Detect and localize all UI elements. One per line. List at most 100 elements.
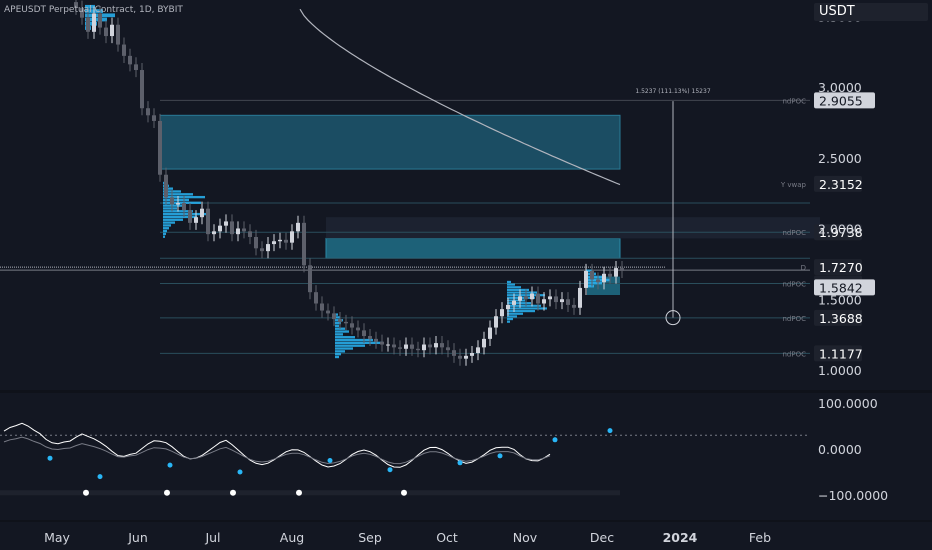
oscillator-dot [552, 437, 558, 443]
x-axis-tick: Feb [749, 530, 771, 545]
candle-body [488, 327, 492, 339]
candle-body [566, 299, 570, 305]
candle-body [182, 203, 186, 211]
volume-profile-jun [163, 218, 183, 221]
axis-separator [0, 520, 932, 522]
measure-label: 1.5237 (111.13%) 15237 [635, 88, 710, 95]
symbol-title: APEUSDT Perpetual Contract, 1D, BYBIT [4, 5, 183, 15]
volume-profile-nov [507, 286, 521, 289]
x-axis-tick: Jul [204, 530, 220, 545]
candle-body [212, 231, 216, 235]
volume-profile-nov [507, 280, 511, 284]
volume-profile-sep [335, 336, 355, 339]
candle-body [290, 231, 294, 243]
y-axis-tick: 2.0000 [818, 222, 862, 237]
candle-body [548, 296, 552, 300]
candle-body [242, 228, 246, 232]
candle-body [194, 217, 198, 223]
x-axis-tick: Oct [436, 530, 458, 545]
candle-body [464, 355, 468, 359]
price-label-value: 2.9055 [819, 93, 863, 108]
oscillator-dot [167, 462, 173, 468]
price-tag-name: ndPOC [783, 97, 807, 105]
candle-body [344, 321, 348, 324]
price-chart[interactable]: 1.5237 (111.13%) 15237 ndPOC 2.9055 Y vwap 2… [0, 0, 932, 550]
candle-body [380, 341, 384, 345]
y-axis-tick: 1.5000 [818, 292, 862, 307]
candle-body [590, 270, 594, 280]
x-axis-tick: 2024 [663, 530, 698, 545]
candle-body [248, 231, 252, 237]
candle-body [278, 239, 282, 242]
supply-zone-upper [159, 114, 621, 170]
price-tag-name: ndPOC [783, 229, 807, 237]
candle-body [332, 313, 336, 320]
candle-body [236, 228, 240, 235]
osc-axis-tick: 0.0000 [818, 442, 862, 457]
candle-body [164, 174, 168, 198]
candle-body [368, 336, 372, 339]
volume-profile-sep [335, 353, 341, 356]
candle-body [596, 279, 600, 283]
candle-body [362, 330, 366, 337]
candle-body [110, 24, 114, 37]
price-tag-name: ndPOC [783, 315, 807, 323]
volume-profile-nov [507, 304, 541, 307]
candle-body [272, 241, 276, 245]
candle-body [374, 338, 378, 342]
volume-profile-sep [335, 355, 339, 359]
candle-body [146, 108, 150, 116]
oscillator-signal-line [3, 436, 551, 465]
candle-body [392, 344, 396, 348]
volume-profile-sep [335, 330, 349, 333]
x-axis-tick: Aug [280, 530, 304, 545]
x-axis-tick: May [44, 530, 70, 545]
candle-body [440, 343, 444, 348]
currency-selector[interactable]: USDT [814, 3, 928, 21]
candle-body [104, 27, 108, 37]
candle-body [326, 310, 330, 314]
volume-profile-nov [507, 312, 523, 315]
oscillator-signal-marker [296, 489, 302, 496]
volume-profile-jun [163, 221, 175, 224]
oscillator-signal-marker [164, 489, 170, 496]
candle-body [206, 208, 210, 235]
candle-body [560, 299, 564, 303]
volume-profile-sep [335, 350, 345, 353]
candle-body [578, 287, 582, 308]
volume-profile-nov [507, 307, 547, 310]
candle-body [404, 344, 408, 349]
candle-body [266, 244, 270, 252]
oscillator-dot [237, 469, 243, 475]
candle-body [518, 296, 522, 301]
x-axis-tick: Sep [358, 530, 382, 545]
candle-body [350, 323, 354, 328]
candle-body [296, 222, 300, 232]
candle-body [428, 344, 432, 348]
volume-profile-dec [586, 275, 604, 279]
y-axis-tick: 2.5000 [818, 151, 862, 166]
price-tag-name: Y vwap [780, 181, 807, 189]
candle-body [446, 347, 450, 351]
candle-body [176, 203, 180, 205]
price-tag-name: D [801, 264, 806, 272]
candle-body [122, 44, 126, 56]
volume-profile-jun [163, 232, 166, 236]
candle-body [116, 24, 120, 45]
candle-body [92, 13, 96, 32]
candle-body [494, 316, 498, 328]
volume-profile-sep [335, 333, 343, 336]
candle-body [524, 296, 528, 300]
candle-body [410, 344, 414, 349]
candle-body [224, 221, 228, 226]
candle-body [260, 248, 264, 252]
x-axis-tick: Dec [590, 530, 614, 545]
candle-body [452, 350, 456, 356]
x-axis-tick: Jun [127, 530, 148, 545]
candle-body [584, 270, 588, 288]
candle-body [470, 353, 474, 356]
candle-body [416, 348, 420, 351]
candle-body [512, 300, 516, 305]
candle-body [284, 239, 288, 243]
candle-body [158, 120, 162, 175]
